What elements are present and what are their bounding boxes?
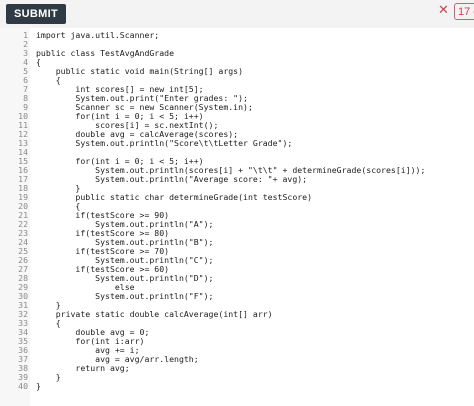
code-line[interactable]: 38 return avg;	[0, 364, 474, 373]
code-text[interactable]: public static void main(String[] args)	[36, 67, 243, 76]
code-line[interactable]: 40}	[0, 382, 474, 391]
counter-badge: 17 c	[454, 3, 474, 20]
code-line[interactable]: 32 private static double calcAverage(int…	[0, 310, 474, 319]
code-line[interactable]: 3 public class TestAvgAndGrade	[0, 49, 474, 58]
code-text[interactable]: System.out.println("F");	[36, 292, 213, 301]
code-editor[interactable]: 1 import java.util.Scanner; 2 3 public class…	[0, 28, 474, 406]
code-text[interactable]: import java.util.Scanner;	[36, 31, 159, 40]
code-text[interactable]: System.out.println("Score\t\tLetter Grad…	[36, 139, 292, 148]
submit-button[interactable]: SUBMIT	[6, 4, 66, 24]
line-number: 40	[18, 381, 28, 391]
code-line[interactable]: 13 System.out.println("Score\t\tLetter G…	[0, 139, 474, 148]
code-line[interactable]: 39 }	[0, 373, 474, 382]
code-line[interactable]: 30 System.out.println("F");	[0, 292, 474, 301]
close-icon[interactable]: ✕	[438, 3, 449, 18]
top-toolbar: SUBMIT ✕ 17 c	[0, 0, 474, 28]
code-text[interactable]: }	[36, 382, 41, 391]
code-line[interactable]: 1 import java.util.Scanner;	[0, 31, 474, 40]
code-text[interactable]: public class TestAvgAndGrade	[36, 49, 174, 58]
code-text[interactable]: private static double calcAverage(int[] …	[36, 310, 273, 319]
code-line[interactable]: 5 public static void main(String[] args)	[0, 67, 474, 76]
